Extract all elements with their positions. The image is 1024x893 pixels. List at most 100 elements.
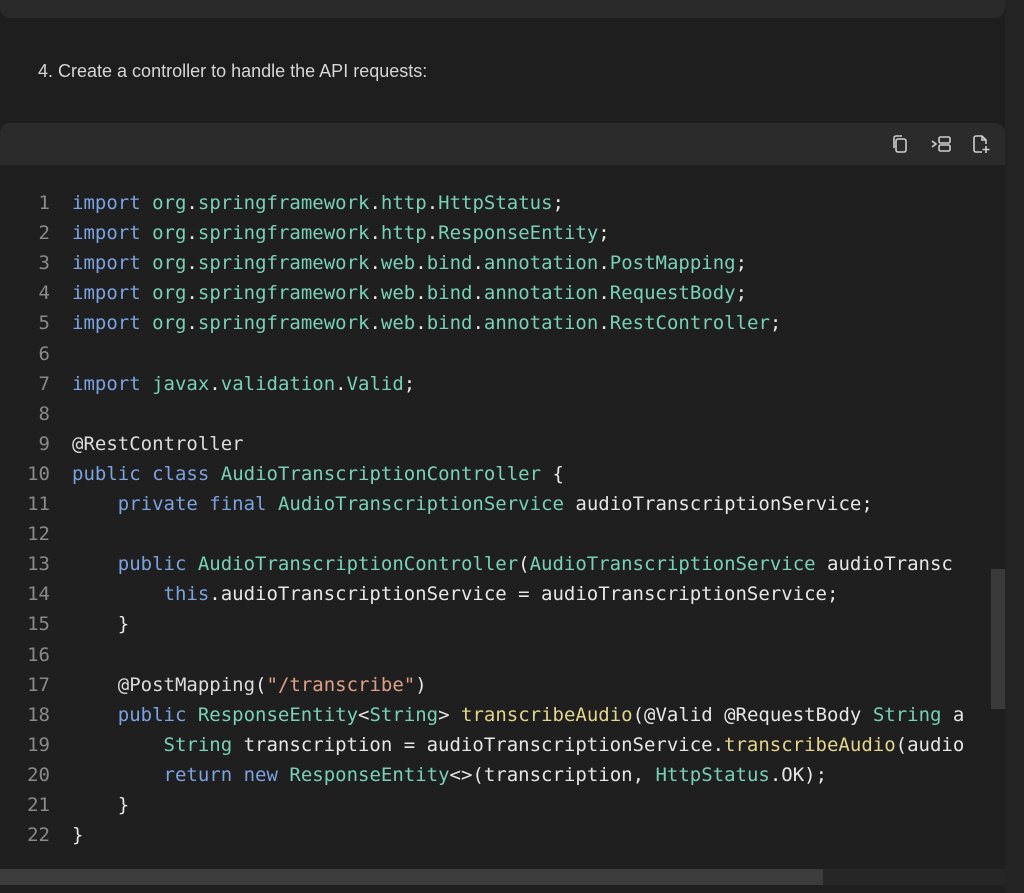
code-token: transcribeAudio [724,733,896,756]
code-token: bind [426,252,473,275]
code-text: } [72,820,83,850]
code-token: . [472,282,484,305]
insert-button[interactable] [929,132,953,156]
code-token: return [163,763,233,786]
code-token: public [117,703,187,726]
code-token: org [152,252,187,275]
code-token: springframework [197,222,370,245]
line-number: 20 [27,763,50,786]
code-line: 7 import javax.validation.Valid; [0,369,1005,399]
code-line: 2 import org.springframework.http.Respons… [0,218,1005,248]
code-line: 9 @RestController [0,429,1005,459]
code-token: . [186,222,198,245]
code-token: private [117,493,198,515]
code-token: transcription = audioTranscriptionServic… [232,733,725,756]
code-token: AudioTranscriptionService [529,553,816,576]
code-token: ; [552,192,564,214]
line-number: 16 [27,643,50,666]
code-line: 19 String transcription = audioTranscrip… [0,730,1005,760]
copy-icon [893,135,907,153]
code-token: . [598,312,610,335]
code-line: 11 private final AudioTranscriptionServi… [0,489,1005,519]
code-token: RequestBody [609,282,736,305]
code-token: . [335,372,347,395]
code-token: annotation [483,312,599,335]
code-token: { [541,462,564,485]
code-token: bind [426,282,473,305]
step-instruction: 4. Create a controller to handle the API… [38,61,428,81]
code-content[interactable]: 1 import org.springframework.http.HttpSta… [0,188,1005,868]
line-number: 11 [27,493,50,515]
code-token: . [369,252,381,275]
code-token: RestController [609,312,770,335]
code-text: import org.springframework.web.bind.anno… [72,278,747,308]
chat-page: 4. Create a controller to handle the API… [0,0,1024,893]
line-number: 18 [27,703,50,726]
code-token: import [72,372,141,395]
line-number: 22 [27,824,50,847]
copy-button[interactable] [888,132,912,156]
new-file-button[interactable] [969,132,993,156]
code-token: . [369,312,381,335]
previous-code-block [0,0,1005,18]
code-token: web [380,252,416,275]
code-vertical-scroll-thumb[interactable] [991,569,1005,709]
code-line: 10 public class AudioTranscriptionControl… [0,459,1005,489]
code-token: String [872,703,942,726]
code-token: import [72,312,141,335]
code-token: annotation [483,282,599,305]
code-text: import javax.validation.Valid; [72,369,415,399]
code-token: springframework [197,192,370,214]
code-token: . [415,252,427,275]
code-token: ; [403,372,416,395]
code-text: import org.springframework.http.HttpStat… [72,188,564,218]
code-token: . [598,252,610,275]
code-line: 20 return new ResponseEntity<>(transcrip… [0,760,1005,790]
code-token: springframework [197,312,370,335]
code-token: audioTransc [815,553,953,576]
code-token: } [72,794,130,816]
code-token: . [472,252,484,275]
code-line: 22} [0,820,1005,850]
code-text: public AudioTranscriptionController(Audi… [72,549,953,579]
code-token: import [72,222,141,245]
code-token: ResponseEntity [197,703,359,726]
code-token: public [117,553,187,576]
code-token: . [186,312,198,335]
code-text: public class AudioTranscriptionControlle… [72,459,564,489]
code-token: . [369,282,381,305]
code-token: org [152,312,187,335]
code-horizontal-scroll-thumb[interactable] [0,869,823,885]
line-number: 4 [38,282,50,305]
code-token: ( [255,673,267,696]
code-token: .audioTranscriptionService = audioTransc… [209,583,839,606]
code-text: @PostMapping("/transcribe") [72,670,427,700]
line-number: 17 [27,673,50,696]
code-token: . [426,192,439,214]
code-token: annotation [483,252,599,275]
line-number: 21 [27,794,50,816]
code-line: 12 [0,519,1005,549]
code-token: > [438,703,461,726]
code-toolbar [0,123,1005,165]
line-number: 1 [38,192,50,214]
code-token: . [415,282,427,305]
line-number: 12 [27,523,50,546]
code-token: public [72,462,141,485]
code-text: this.audioTranscriptionService = audioTr… [72,579,839,609]
code-token: @PostMapping [117,673,256,696]
page-scrollbar[interactable] [1005,0,1024,893]
code-token: ; [769,312,782,335]
